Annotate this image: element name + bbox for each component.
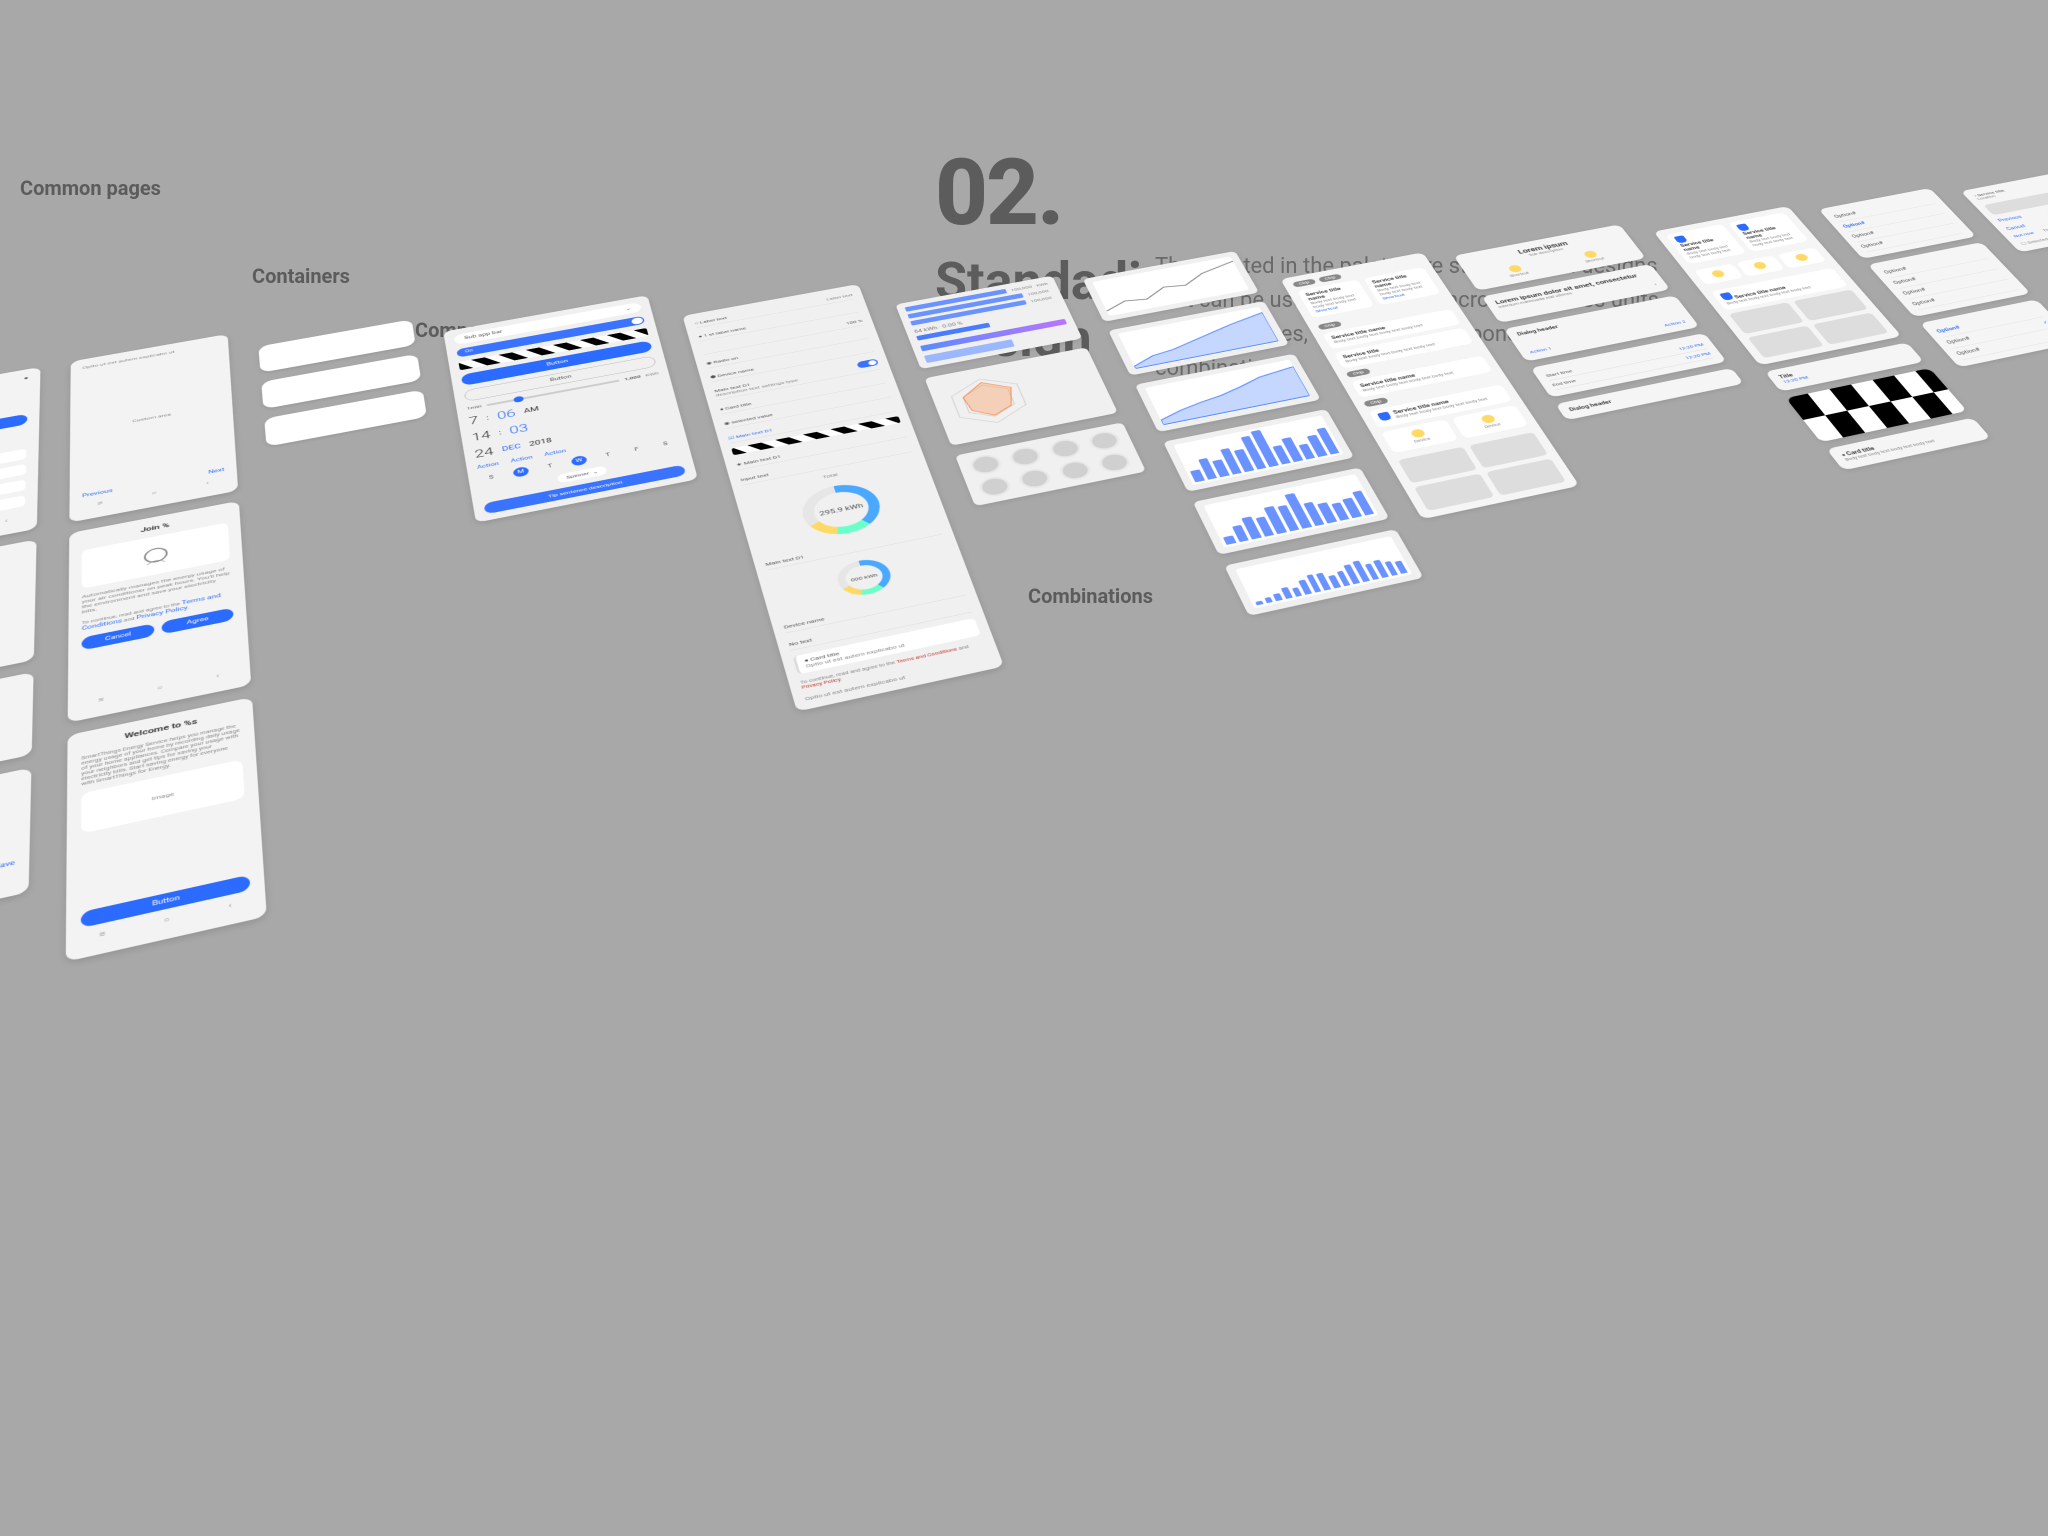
chevron-down-icon: ⌄ bbox=[592, 469, 599, 475]
page-join: Join % Automatically manages the energy … bbox=[68, 501, 252, 723]
page-intro: Optio ut est autem explicabo ut Custom a… bbox=[69, 334, 238, 523]
bulb-icon bbox=[1710, 269, 1726, 278]
page-welcome: Welcome to %s SmartThings Energy Service… bbox=[66, 697, 267, 962]
donut-chart: 295.9 kWh bbox=[796, 479, 887, 541]
donut-chart-small: 000 kWh bbox=[833, 556, 896, 600]
next-button[interactable]: Next bbox=[208, 467, 224, 475]
design-board: ● App name Version A.B.10.d A new versio… bbox=[0, 220, 2048, 1320]
section-label-common: Common pages bbox=[20, 176, 161, 200]
radar-icon bbox=[935, 367, 1043, 436]
illustration-icon bbox=[128, 537, 183, 575]
previous-button[interactable]: Previous bbox=[82, 488, 113, 499]
bulb-icon bbox=[1752, 261, 1768, 270]
components-sheet-1: Sub app bar⌄ On Button Button 1min1,000K… bbox=[443, 295, 698, 522]
page-custom-save: Optio ut est autem explicabo ut Custom a… bbox=[0, 768, 31, 937]
shield-icon bbox=[1719, 292, 1734, 301]
chevron-down-icon: ⌄ bbox=[625, 306, 632, 311]
page-service-header: Service title Location Header Margin bbox=[0, 539, 37, 697]
bulb-icon bbox=[1793, 253, 1810, 262]
action-link[interactable]: Action bbox=[510, 455, 533, 464]
column-common-2: Optio ut est autem explicabo ut Custom a… bbox=[66, 334, 267, 962]
action-link[interactable]: Action bbox=[544, 448, 567, 457]
shield-icon bbox=[1377, 412, 1392, 422]
page-app-update: ● App name Version A.B.10.d A new versio… bbox=[0, 367, 41, 562]
column-common-1: ● App name Version A.B.10.d A new versio… bbox=[0, 367, 41, 1018]
save-button[interactable]: Save bbox=[0, 860, 15, 871]
toggle-switch[interactable] bbox=[856, 358, 879, 368]
action-link[interactable]: Action bbox=[477, 461, 500, 470]
nav-back-icon[interactable]: ‹ bbox=[0, 515, 25, 528]
